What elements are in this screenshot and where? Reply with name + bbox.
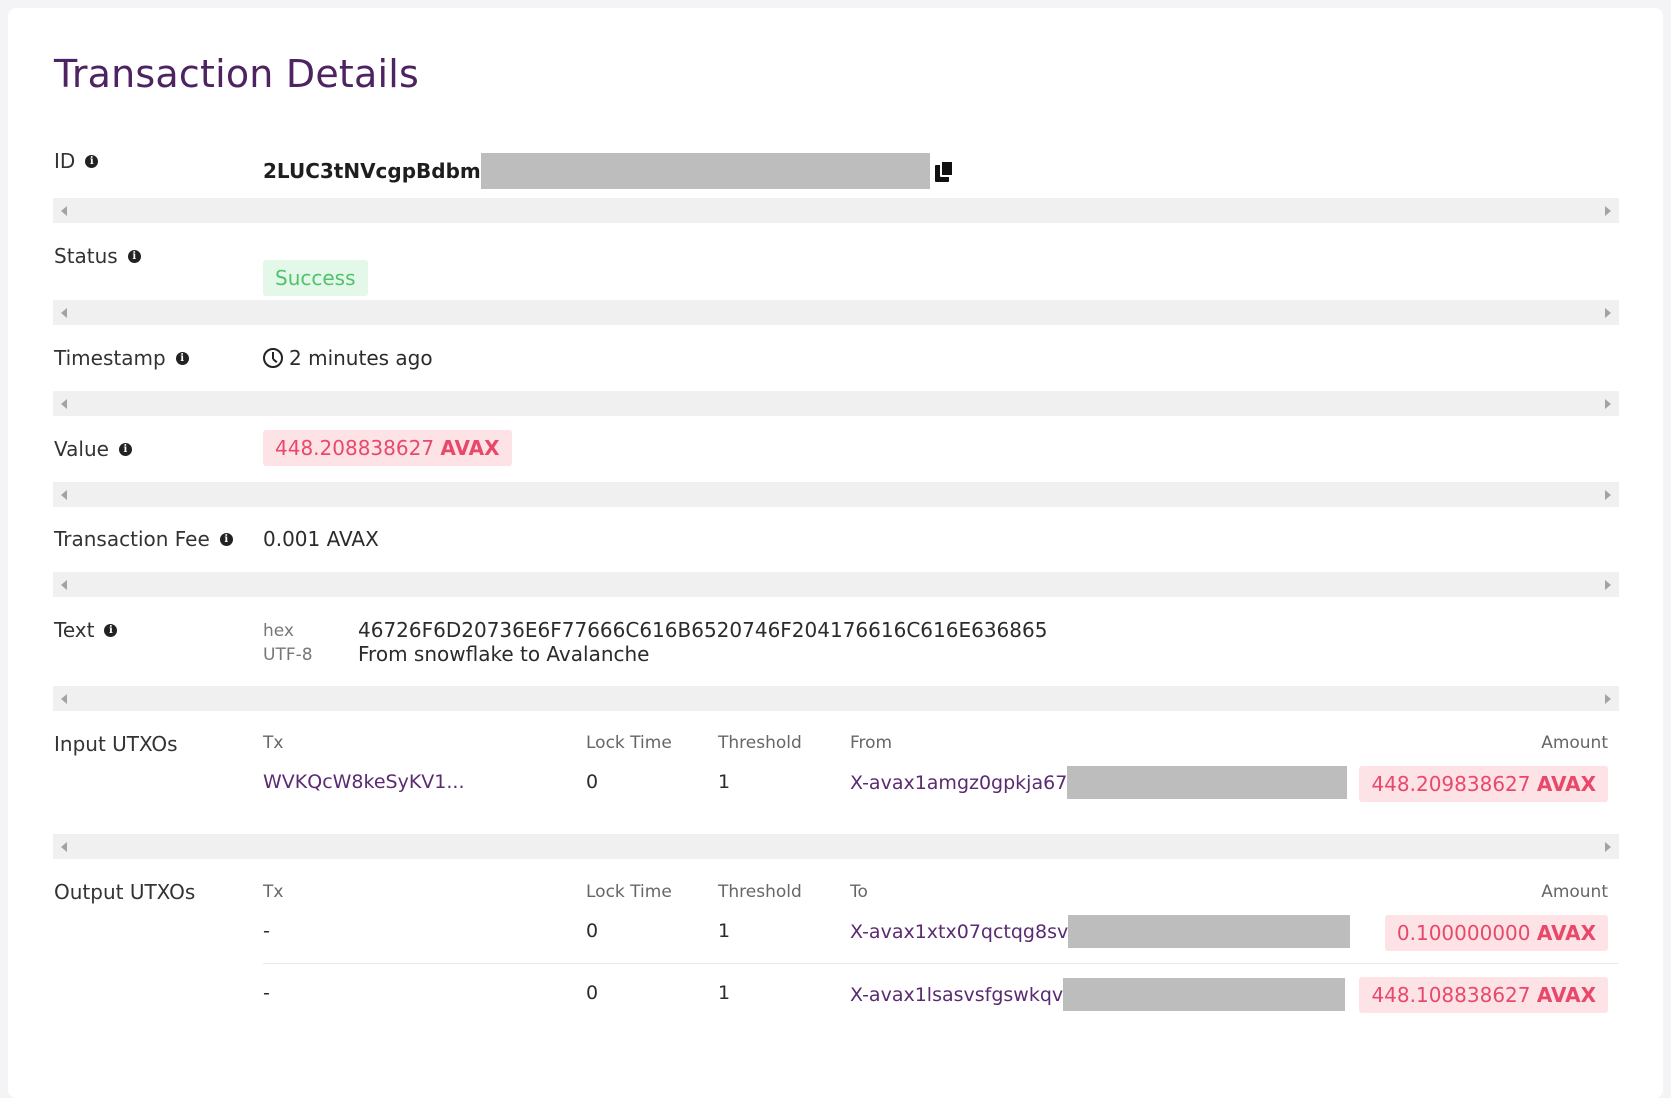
value-label: Value xyxy=(54,437,109,461)
address-cell: X-avax1amgz0gpkja67 xyxy=(850,766,1348,799)
scroll-right-icon[interactable] xyxy=(1605,308,1611,318)
hex-value: 46726F6D20736E6F77666C616B6520746F204176… xyxy=(358,618,1048,642)
amount-badge: 448.209838627 AVAX xyxy=(1359,766,1608,802)
clock-icon xyxy=(263,348,283,368)
lock-time-cell: 0 xyxy=(586,920,599,942)
timestamp-label: Timestamp xyxy=(54,346,166,370)
scroll-left-icon[interactable] xyxy=(61,308,67,318)
status-label: Status xyxy=(54,244,118,268)
info-icon[interactable]: i xyxy=(85,154,99,168)
horizontal-scrollbar[interactable] xyxy=(53,482,1619,507)
copy-icon[interactable] xyxy=(934,159,956,183)
horizontal-scrollbar[interactable] xyxy=(53,300,1619,325)
scroll-left-icon[interactable] xyxy=(61,694,67,704)
horizontal-scrollbar[interactable] xyxy=(53,572,1619,597)
amount-unit: AVAX xyxy=(1536,983,1596,1007)
threshold-cell: 1 xyxy=(718,771,731,793)
input-utxos-label: Input UTXOs xyxy=(54,732,178,756)
address-cell: X-avax1lsasvsfgswkqv xyxy=(850,978,1346,1011)
amount-number: 448.208838627 xyxy=(275,436,435,460)
text-label-row: Text i xyxy=(54,618,118,642)
fee-value: 0.001 AVAX xyxy=(263,527,379,551)
scroll-right-icon[interactable] xyxy=(1605,842,1611,852)
scroll-left-icon[interactable] xyxy=(61,842,67,852)
col-lock-time-header: Lock Time xyxy=(586,882,672,902)
id-label-row: ID i xyxy=(54,149,99,173)
output-tx-cell: - xyxy=(263,982,270,1004)
info-icon[interactable]: i xyxy=(127,249,141,263)
redacted-block xyxy=(480,153,930,189)
status-badge: Success xyxy=(263,260,368,296)
redacted-block xyxy=(1063,978,1346,1011)
timestamp-value: 2 minutes ago xyxy=(289,346,433,370)
scroll-left-icon[interactable] xyxy=(61,580,67,590)
threshold-cell: 1 xyxy=(718,982,731,1004)
horizontal-scrollbar[interactable] xyxy=(53,198,1619,223)
scroll-right-icon[interactable] xyxy=(1605,490,1611,500)
info-icon[interactable]: i xyxy=(104,623,118,637)
amount-unit: AVAX xyxy=(1536,772,1596,796)
amount-unit: AVAX xyxy=(440,436,500,460)
transaction-id: 2LUC3tNVcgpBdbm xyxy=(263,159,481,183)
output-utxos-label: Output UTXOs xyxy=(54,880,196,904)
col-threshold-header: Threshold xyxy=(718,882,802,902)
hex-label: hex xyxy=(263,621,294,641)
utf8-value: From snowflake to Avalanche xyxy=(358,642,650,666)
address-link[interactable]: X-avax1amgz0gpkja67 xyxy=(850,772,1067,794)
col-from-header: From xyxy=(850,733,893,753)
scroll-right-icon[interactable] xyxy=(1605,206,1611,216)
page-title: Transaction Details xyxy=(54,52,420,96)
lock-time-cell: 0 xyxy=(586,982,599,1004)
amount-number: 448.108838627 xyxy=(1371,983,1531,1007)
id-value-group: 2LUC3tNVcgpBdbm xyxy=(263,153,956,189)
scroll-right-icon[interactable] xyxy=(1605,580,1611,590)
text-label: Text xyxy=(54,618,95,642)
scroll-right-icon[interactable] xyxy=(1605,399,1611,409)
amount-badge: 448.108838627 AVAX xyxy=(1359,977,1608,1013)
threshold-cell: 1 xyxy=(718,920,731,942)
input-tx-link[interactable]: WVKQcW8keSyKV1... xyxy=(263,771,465,793)
utf8-label: UTF-8 xyxy=(263,645,313,665)
redacted-block xyxy=(1068,915,1351,948)
col-to-header: To xyxy=(850,882,868,902)
amount-number: 0.100000000 xyxy=(1396,921,1531,945)
address-link[interactable]: X-avax1lsasvsfgswkqv xyxy=(850,984,1063,1006)
status-label-row: Status i xyxy=(54,244,141,268)
col-threshold-header: Threshold xyxy=(718,733,802,753)
timestamp-label-row: Timestamp i xyxy=(54,346,189,370)
redacted-block xyxy=(1067,766,1348,799)
col-amount-header: Amount xyxy=(1541,882,1608,902)
timestamp-value-group: 2 minutes ago xyxy=(263,346,433,370)
scroll-left-icon[interactable] xyxy=(61,490,67,500)
id-label: ID xyxy=(54,149,76,173)
fee-label: Transaction Fee xyxy=(54,527,210,551)
info-icon[interactable]: i xyxy=(118,442,132,456)
amount-badge: 0.100000000 AVAX xyxy=(1384,915,1608,951)
address-cell: X-avax1xtx07qctqg8sv xyxy=(850,915,1351,948)
fee-label-row: Transaction Fee i xyxy=(54,527,233,551)
info-icon[interactable]: i xyxy=(175,351,189,365)
horizontal-scrollbar[interactable] xyxy=(53,686,1619,711)
col-amount-header: Amount xyxy=(1541,733,1608,753)
amount-number: 448.209838627 xyxy=(1371,772,1531,796)
scroll-left-icon[interactable] xyxy=(61,399,67,409)
info-icon[interactable]: i xyxy=(219,532,233,546)
value-label-row: Value i xyxy=(54,437,132,461)
address-link[interactable]: X-avax1xtx07qctqg8sv xyxy=(850,921,1068,943)
col-tx-header: Tx xyxy=(263,733,284,753)
value-amount-badge: 448.208838627 AVAX xyxy=(263,430,512,466)
transaction-details-card: Transaction Details ID i 2LUC3tNVcgpBdbm… xyxy=(8,8,1663,1098)
lock-time-cell: 0 xyxy=(586,771,599,793)
amount-unit: AVAX xyxy=(1536,921,1596,945)
output-tx-cell: - xyxy=(263,920,270,942)
horizontal-scrollbar[interactable] xyxy=(53,391,1619,416)
scroll-left-icon[interactable] xyxy=(61,206,67,216)
col-lock-time-header: Lock Time xyxy=(586,733,672,753)
scroll-right-icon[interactable] xyxy=(1605,694,1611,704)
horizontal-scrollbar[interactable] xyxy=(53,834,1619,859)
col-tx-header: Tx xyxy=(263,882,284,902)
row-divider xyxy=(263,963,1618,964)
